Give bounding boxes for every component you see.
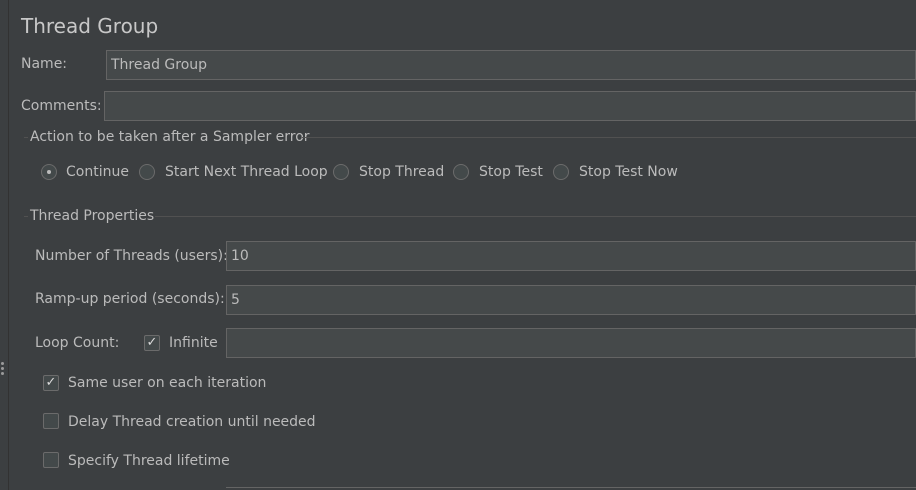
num-threads-input[interactable] xyxy=(226,241,916,271)
sampler-error-legend: Action to be taken after a Sampler error xyxy=(30,129,310,145)
infinite-label[interactable]: Infinite xyxy=(169,335,218,351)
section-divider xyxy=(302,137,916,138)
comments-label: Comments: xyxy=(21,98,102,114)
thread-properties-legend: Thread Properties xyxy=(30,208,155,224)
radio-stop-test-label[interactable]: Stop Test xyxy=(479,164,543,180)
num-threads-label: Number of Threads (users): xyxy=(35,248,228,264)
infinite-checkbox[interactable]: ✓ xyxy=(144,335,160,351)
check-icon: ✓ xyxy=(45,375,57,390)
page-title: Thread Group xyxy=(21,14,159,38)
same-user-label[interactable]: Same user on each iteration xyxy=(68,375,266,391)
loop-count-input[interactable] xyxy=(226,328,916,358)
comments-input[interactable] xyxy=(104,91,916,121)
same-user-checkbox[interactable]: ✓ xyxy=(43,375,59,391)
section-divider xyxy=(24,216,28,217)
radio-stop-test-now[interactable] xyxy=(553,164,569,180)
radio-start-next-thread-loop-label[interactable]: Start Next Thread Loop xyxy=(165,164,328,180)
section-divider xyxy=(24,137,28,138)
radio-stop-thread-label[interactable]: Stop Thread xyxy=(359,164,444,180)
drag-grip-icon[interactable] xyxy=(1,362,5,377)
delay-thread-label[interactable]: Delay Thread creation until needed xyxy=(68,414,316,430)
rampup-input[interactable] xyxy=(226,285,916,315)
radio-continue-label[interactable]: Continue xyxy=(66,164,129,180)
radio-continue[interactable] xyxy=(41,164,57,180)
name-label: Name: xyxy=(21,56,68,72)
delay-thread-checkbox[interactable] xyxy=(43,413,59,429)
radio-start-next-thread-loop[interactable] xyxy=(139,164,155,180)
radio-stop-test-now-label[interactable]: Stop Test Now xyxy=(579,164,678,180)
section-divider xyxy=(155,216,916,217)
rampup-label: Ramp-up period (seconds): xyxy=(35,291,225,307)
check-icon: ✓ xyxy=(146,335,158,350)
loop-count-label: Loop Count: xyxy=(35,335,120,351)
radio-stop-test[interactable] xyxy=(453,164,469,180)
specify-lifetime-label[interactable]: Specify Thread lifetime xyxy=(68,453,230,469)
radio-stop-thread[interactable] xyxy=(333,164,349,180)
left-splitter[interactable] xyxy=(0,0,9,490)
name-input[interactable] xyxy=(106,50,916,80)
hidden-field-edge xyxy=(226,487,916,488)
specify-lifetime-checkbox[interactable] xyxy=(43,452,59,468)
